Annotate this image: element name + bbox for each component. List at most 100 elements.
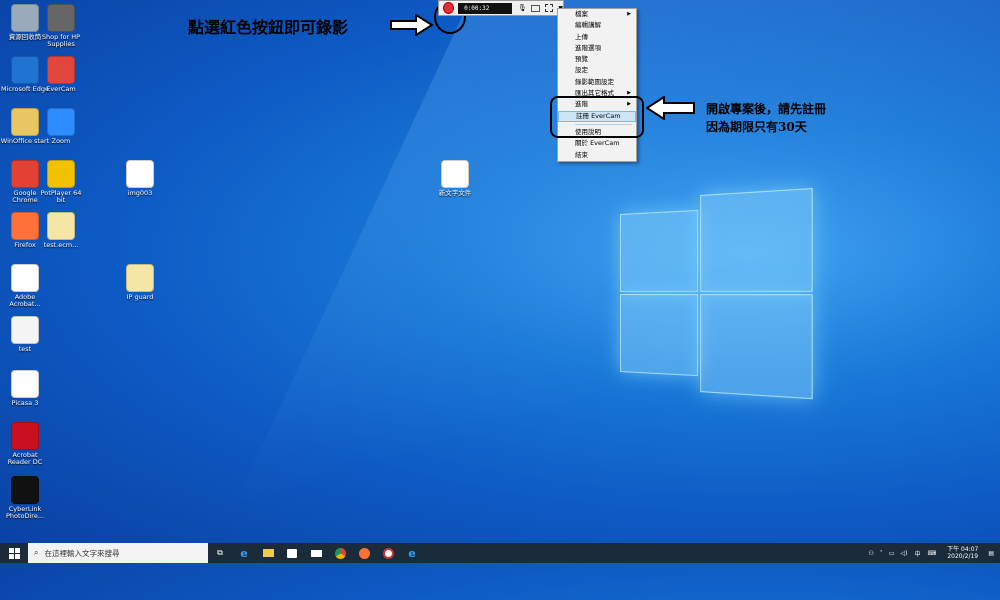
start-button[interactable] [0, 543, 28, 563]
clock-date: 2020/2/19 [947, 553, 978, 560]
annotation-side-line1: 開啟專案後，請先註冊 [706, 100, 826, 118]
desktop-icon-label: CyberLink PhotoDire... [0, 506, 50, 520]
ime-mode-icon[interactable]: ⌨ [927, 550, 936, 557]
desktop-icon[interactable]: IP guard [115, 264, 165, 301]
evercam-recorder-bar: 0:00:32 🎙 ▼ [438, 0, 564, 16]
ie-taskbar-icon[interactable]: e [400, 543, 424, 563]
notification-icon[interactable]: ▤ [988, 550, 994, 557]
annotation-side-line2: 因為期限只有30天 [706, 118, 826, 136]
folder-icon [11, 108, 39, 136]
arrow-right-annotation [390, 14, 434, 36]
annotation-top: 點選紅色按鈕即可錄影 [188, 14, 348, 38]
desktop-icon[interactable]: PotPlayer 64 bit [36, 160, 86, 204]
desktop-icon[interactable]: test.ecm... [36, 212, 86, 249]
network-icon[interactable]: ▭ [889, 550, 895, 557]
photodirector-icon [11, 476, 39, 504]
pdf-icon [126, 160, 154, 188]
arrow-left-annotation [646, 96, 696, 120]
volume-icon[interactable]: ◁) [900, 550, 907, 557]
text-file-icon [441, 160, 469, 188]
taskbar-search-box[interactable]: ⌕ 在這裡輸入文字來搜尋 [28, 543, 208, 563]
printer-icon [47, 4, 75, 32]
menu-item[interactable]: 進階選項 [558, 43, 636, 54]
menu-item[interactable]: 編輯講解 [558, 20, 636, 31]
desktop-icon[interactable]: CyberLink PhotoDire... [0, 476, 50, 520]
firefox-taskbar-icon[interactable] [352, 543, 376, 563]
desktop-icon-label: IP guard [115, 294, 165, 301]
evercam-context-menu: 檔案 ▶ 編輯講解 上傳 進階選項 預覽 設定 錄影範圍設定 匯出其它格式 ▶ 進階 ▶ 註冊 Ever… [557, 8, 637, 162]
test-app-icon [11, 316, 39, 344]
desktop-icon-label: PotPlayer 64 bit [36, 190, 86, 204]
desktop-icon[interactable]: Zoom [36, 108, 86, 145]
desktop-icon-label: test.ecm... [36, 242, 86, 249]
submenu-arrow-icon: ▶ [627, 9, 631, 20]
desktop-icon-label: Picasa 3 [0, 400, 50, 407]
edge-taskbar-icon[interactable]: e [232, 543, 256, 563]
microphone-icon[interactable]: 🎙 [518, 4, 527, 12]
clock-time: 下午 04:07 [947, 546, 978, 553]
menu-item[interactable]: 關於 EverCam [558, 138, 636, 149]
chrome-icon [11, 160, 39, 188]
recycle-bin-icon [11, 4, 39, 32]
taskbar-clock[interactable]: 下午 04:07 2020/2/19 [947, 546, 978, 560]
desktop-icon[interactable]: Acrobat Reader DC [0, 422, 50, 466]
zoom-icon [47, 108, 75, 136]
evercam-taskbar-icon[interactable] [376, 543, 400, 563]
file-icon [47, 212, 75, 240]
store-icon[interactable] [280, 543, 304, 563]
region-select-icon[interactable] [545, 4, 553, 12]
file-explorer-icon[interactable] [256, 543, 280, 563]
desktop-icon[interactable]: Adobe Acrobat... [0, 264, 50, 308]
menu-item-label: 上傳 [575, 33, 588, 41]
menu-highlight-box [550, 96, 644, 138]
people-icon[interactable]: ⚇ [868, 550, 873, 557]
desktop-icon-label: EverCam [36, 86, 86, 93]
menu-item[interactable]: 設定 [558, 65, 636, 76]
chrome-taskbar-icon[interactable] [328, 543, 352, 563]
windows-logo-wallpaper [620, 188, 810, 397]
desktop-icon-label: Adobe Acrobat... [0, 294, 50, 308]
record-button[interactable] [443, 2, 454, 14]
picasa-icon [11, 370, 39, 398]
recording-timer: 0:00:32 [458, 3, 512, 14]
task-view-icon[interactable]: ⧉ [208, 543, 232, 563]
annotation-side: 開啟專案後，請先註冊 因為期限只有30天 [706, 100, 826, 136]
menu-item-label: 結束 [575, 151, 588, 159]
menu-item-label: 編輯講解 [575, 21, 601, 29]
acrobat-reader-icon [11, 422, 39, 450]
acrobat-file-icon [11, 264, 39, 292]
menu-item[interactable]: 預覽 [558, 54, 636, 65]
desktop-icon[interactable]: Shop for HP Supplies [36, 4, 86, 48]
menu-item[interactable]: 上傳 [558, 32, 636, 43]
menu-item[interactable]: 檔案 ▶ [558, 9, 636, 20]
desktop-icon[interactable]: test [0, 316, 50, 353]
menu-item-label: 檔案 [575, 10, 588, 18]
windows-start-icon [9, 548, 20, 559]
chevron-up-icon[interactable]: ˄ [880, 550, 883, 557]
ime-indicator[interactable]: 中 [914, 549, 920, 558]
potplayer-icon [47, 160, 75, 188]
menu-item[interactable]: 結束 [558, 150, 636, 161]
desktop-icon-label: Acrobat Reader DC [0, 452, 50, 466]
evercam-icon [47, 56, 75, 84]
desktop-icon[interactable]: EverCam [36, 56, 86, 93]
menu-item-label: 錄影範圍設定 [575, 78, 614, 86]
annotation-top-text: 點選紅色按鈕即可錄影 [188, 18, 348, 37]
desktop-icon-label: Shop for HP Supplies [36, 34, 86, 48]
desktop-icon-label: Zoom [36, 138, 86, 145]
archive-icon [126, 264, 154, 292]
mail-icon[interactable] [304, 543, 328, 563]
desktop-icon[interactable]: Picasa 3 [0, 370, 50, 407]
desktop-icon[interactable]: img003 [115, 160, 165, 197]
menu-item-label: 設定 [575, 66, 588, 74]
desktop-icon[interactable]: 新文字文件 [430, 160, 480, 197]
desktop-icon-label: 新文字文件 [430, 190, 480, 197]
menu-item-label: 預覽 [575, 55, 588, 63]
camera-icon[interactable] [531, 5, 540, 12]
edge-icon [11, 56, 39, 84]
desktop-icon-label: test [0, 346, 50, 353]
menu-item[interactable]: 錄影範圍設定 [558, 77, 636, 88]
menu-item-label: 進階選項 [575, 44, 601, 52]
menu-item-label: 關於 EverCam [575, 139, 620, 147]
firefox-icon [11, 212, 39, 240]
